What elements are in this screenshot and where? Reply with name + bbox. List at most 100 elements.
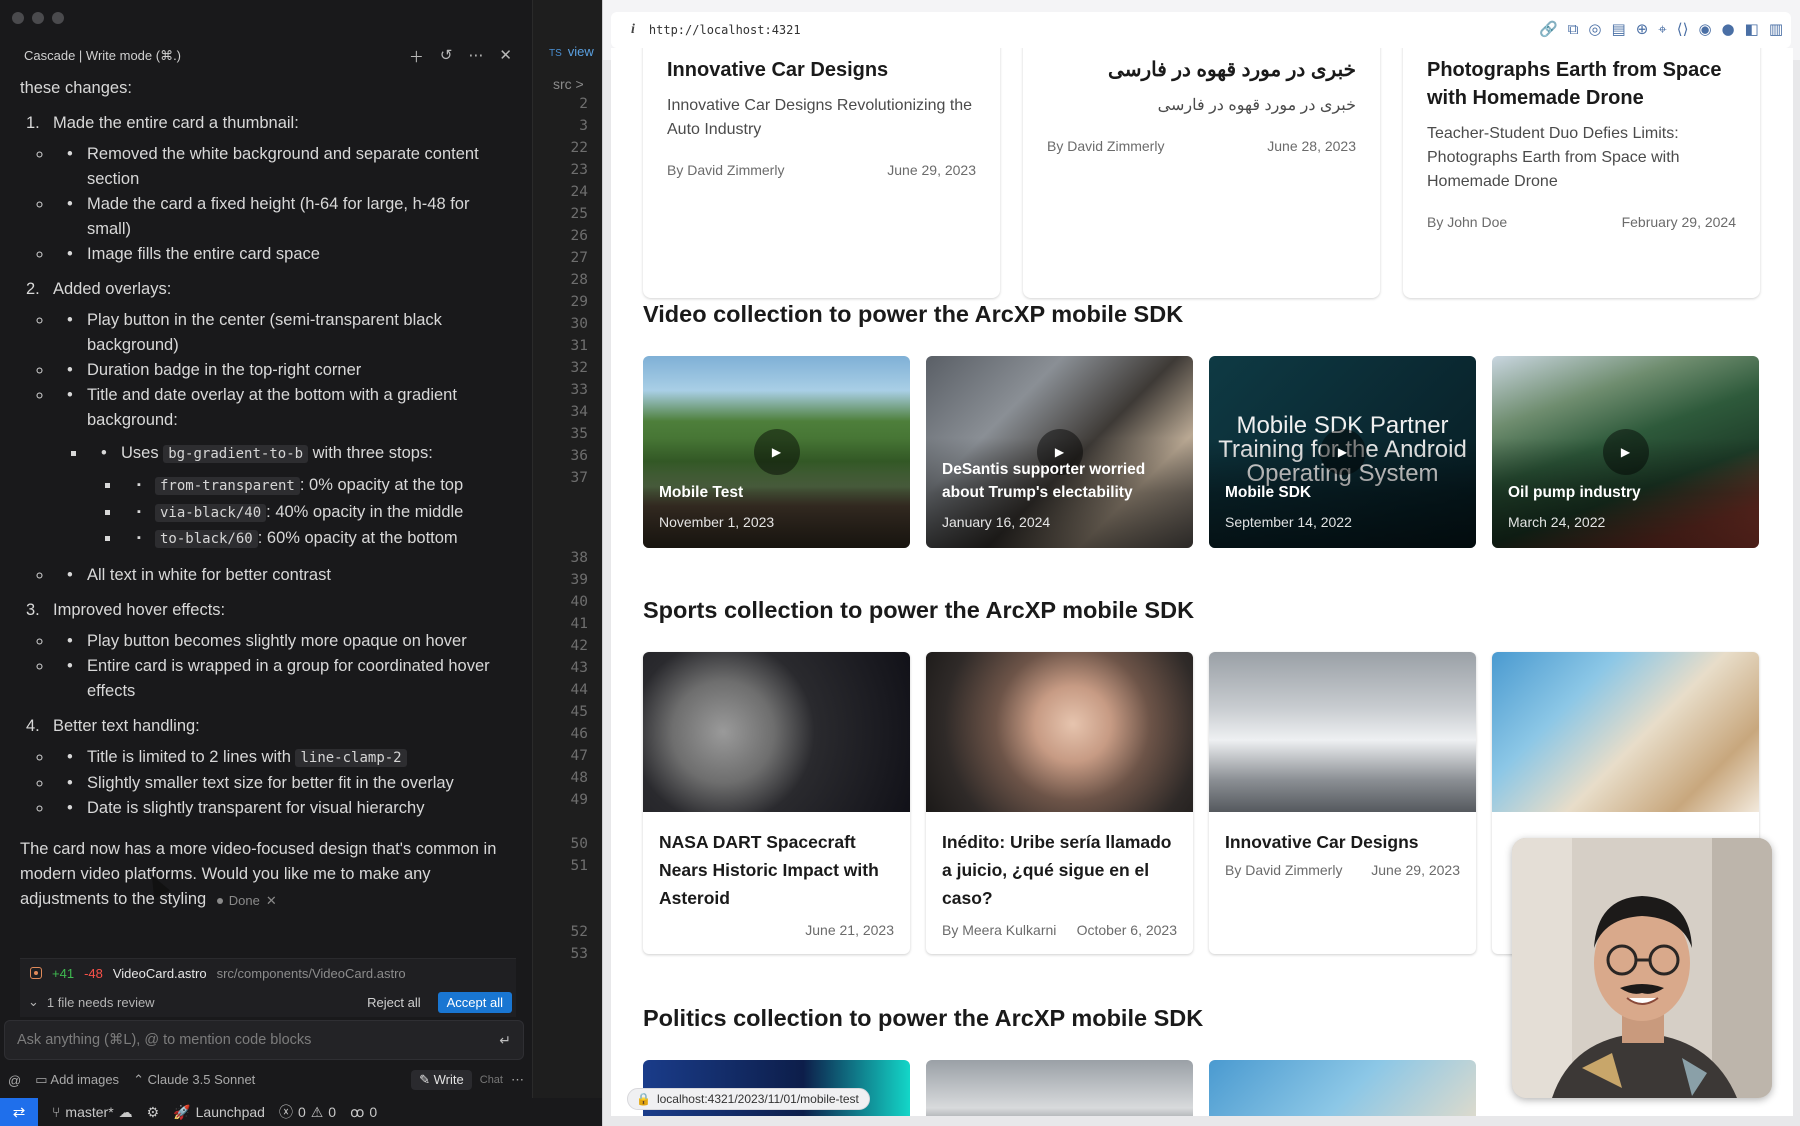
article-card[interactable]: [926, 1060, 1193, 1116]
zoom-window-button[interactable]: [52, 12, 64, 24]
article-date: June 21, 2023: [805, 922, 894, 938]
model-selector[interactable]: ⌃ Claude 3.5 Sonnet: [133, 1072, 255, 1088]
extension-icon[interactable]: ◧: [1745, 20, 1759, 38]
file-name[interactable]: VideoCard.astro: [113, 966, 207, 981]
line-number: 3: [579, 118, 588, 134]
status-dot-icon: [216, 897, 223, 904]
chat-message: these changes: 1. Made the entire card a…: [20, 76, 512, 913]
webcam-overlay: [1512, 838, 1772, 1098]
article-author: By David Zimmerly: [1047, 138, 1165, 154]
chat-input[interactable]: Ask anything (⌘L), @ to mention code blo…: [4, 1020, 524, 1060]
list-item: Uses bg-gradient-to-b with three stops: …: [87, 441, 512, 553]
list-item: All text in white for better contrast: [53, 563, 512, 588]
breadcrumb[interactable]: src >: [553, 76, 584, 92]
plus-icon[interactable]: ＋: [409, 46, 424, 67]
inline-code: bg-gradient-to-b: [163, 445, 309, 463]
video-card[interactable]: Mobile SDK Partner Training for the Andr…: [1209, 356, 1476, 548]
article-card[interactable]: Inédito: Uribe sería llamado a juicio, ¿…: [926, 652, 1193, 954]
file-path: src/components/VideoCard.astro: [216, 965, 406, 981]
address-bar[interactable]: i http://localhost:4321 🔗 ⧉ ◎ ▤ ⊕ ⌖ ⟨⟩ ◉…: [611, 12, 1791, 48]
list-item: Duration badge in the top-right corner: [53, 358, 512, 383]
cascade-panel: Cascade | Write mode (⌘.) ＋ ↺ ⋯ ✕ these …: [0, 0, 532, 1098]
more-icon[interactable]: ⋯: [468, 46, 483, 67]
editor-tab[interactable]: TS view: [549, 44, 594, 59]
line-number: 22: [570, 140, 588, 156]
target-icon[interactable]: ⌖: [1658, 20, 1666, 38]
more-icon[interactable]: ⋯: [511, 1072, 524, 1088]
chevron-down-icon[interactable]: ⌄: [28, 994, 39, 1010]
article-card[interactable]: Photographs Earth from Space with Homema…: [1403, 48, 1760, 298]
article-author: By Meera Kulkarni: [942, 922, 1057, 938]
list-item: to-black/60: 60% opacity at the bottom: [121, 526, 512, 553]
code-icon[interactable]: ⟨⟩: [1677, 20, 1689, 38]
url-text[interactable]: http://localhost:4321: [649, 23, 801, 37]
article-card[interactable]: Innovative Car Designs Innovative Car De…: [643, 48, 1000, 298]
list-item: Title and date overlay at the bottom wit…: [53, 383, 512, 553]
list-item: 4. Better text handling: Title is limite…: [20, 714, 512, 821]
write-mode-toggle[interactable]: ✎ Write: [411, 1070, 472, 1090]
launchpad-button[interactable]: 🚀 Launchpad: [173, 1104, 265, 1121]
article-card[interactable]: [1209, 1060, 1476, 1116]
problems-indicator[interactable]: ⓧ 0 ⚠ 0: [279, 1102, 336, 1122]
warning-icon: ⚠: [310, 1103, 324, 1120]
line-number: 50: [570, 836, 588, 852]
sync-icon: ☁: [118, 1103, 133, 1120]
play-icon[interactable]: ▶: [753, 429, 800, 475]
camera-icon[interactable]: ◎: [1588, 20, 1601, 38]
list-item: 1. Made the entire card a thumbnail: Rem…: [20, 111, 512, 267]
presenter-video: [1512, 838, 1772, 1098]
history-icon[interactable]: ↺: [440, 46, 453, 67]
list-item: Removed the white background and separat…: [53, 142, 512, 192]
line-number: 36: [570, 448, 588, 464]
ports-indicator[interactable]: ꝏ0: [350, 1104, 377, 1121]
terminal-icon[interactable]: ▤: [1612, 20, 1626, 38]
minimize-window-button[interactable]: [32, 12, 44, 24]
article-card[interactable]: Innovative Car Designs By David Zimmerly…: [1209, 652, 1476, 954]
avatar-icon[interactable]: ●: [1722, 20, 1735, 38]
remote-icon[interactable]: ⇄: [0, 1098, 38, 1126]
list-item: from-transparent: 0% opacity at the top: [121, 473, 512, 500]
at-mention-icon[interactable]: @: [8, 1073, 21, 1088]
accept-all-button[interactable]: Accept all: [437, 991, 512, 1013]
article-image: [926, 652, 1193, 812]
line-number: 47: [570, 748, 588, 764]
git-branch-icon: ⑂: [52, 1104, 61, 1120]
video-card[interactable]: ▶ Oil pump industry March 24, 2022: [1492, 356, 1759, 548]
line-number: 45: [570, 704, 588, 720]
line-number: 2: [579, 96, 588, 112]
line-number: 34: [570, 404, 588, 420]
article-image: [1209, 652, 1476, 812]
video-card[interactable]: ▶ DeSantis supporter worried about Trump…: [926, 356, 1193, 548]
file-review-panel: +41 -48 VideoCard.astro src/components/V…: [20, 958, 516, 1017]
cascade-header: Cascade | Write mode (⌘.) ＋ ↺ ⋯ ✕: [24, 44, 512, 68]
info-icon[interactable]: i: [631, 22, 635, 38]
video-card[interactable]: ▶ Mobile Test November 1, 2023: [643, 356, 910, 548]
globe-icon[interactable]: ⊕: [1636, 20, 1649, 38]
close-window-button[interactable]: [12, 12, 24, 24]
changed-file-row[interactable]: +41 -48 VideoCard.astro src/components/V…: [20, 959, 516, 987]
accessibility-icon[interactable]: ◉: [1698, 20, 1711, 38]
list-item: Slightly smaller text size for better fi…: [53, 771, 512, 796]
extension-icon[interactable]: ⚙: [147, 1104, 160, 1121]
line-number: 29: [570, 294, 588, 310]
article-author: By David Zimmerly: [1225, 862, 1343, 878]
article-card[interactable]: NASA DART Spacecraft Nears Historic Impa…: [643, 652, 910, 954]
play-icon[interactable]: ▶: [1602, 429, 1649, 475]
link-icon[interactable]: 🔗: [1539, 20, 1558, 38]
branch-indicator[interactable]: ⑂ master* ☁: [52, 1104, 133, 1121]
article-card[interactable]: خبری در مورد قهوه در فارسی خبری در مورد …: [1023, 48, 1380, 298]
screenshot-icon[interactable]: ⧉: [1568, 20, 1579, 38]
reject-all-button[interactable]: Reject all: [358, 992, 429, 1013]
browser-extensions: 🔗 ⧉ ◎ ▤ ⊕ ⌖ ⟨⟩ ◉ ● ◧ ▥: [1539, 20, 1783, 38]
add-images-button[interactable]: ▭ Add images: [35, 1072, 119, 1088]
video-date: January 16, 2024: [942, 514, 1051, 530]
close-icon[interactable]: ✕: [499, 46, 512, 67]
line-number: 35: [570, 426, 588, 442]
dismiss-icon[interactable]: ✕: [266, 888, 277, 913]
chat-mode-toggle[interactable]: Chat: [480, 1074, 503, 1086]
list-item: Title is limited to 2 lines with line-cl…: [53, 745, 512, 771]
play-icon[interactable]: ▶: [1319, 429, 1366, 475]
enter-icon[interactable]: ↵: [499, 1032, 511, 1049]
sidebar-toggle-icon[interactable]: ▥: [1769, 20, 1783, 38]
window-controls[interactable]: [12, 12, 64, 24]
